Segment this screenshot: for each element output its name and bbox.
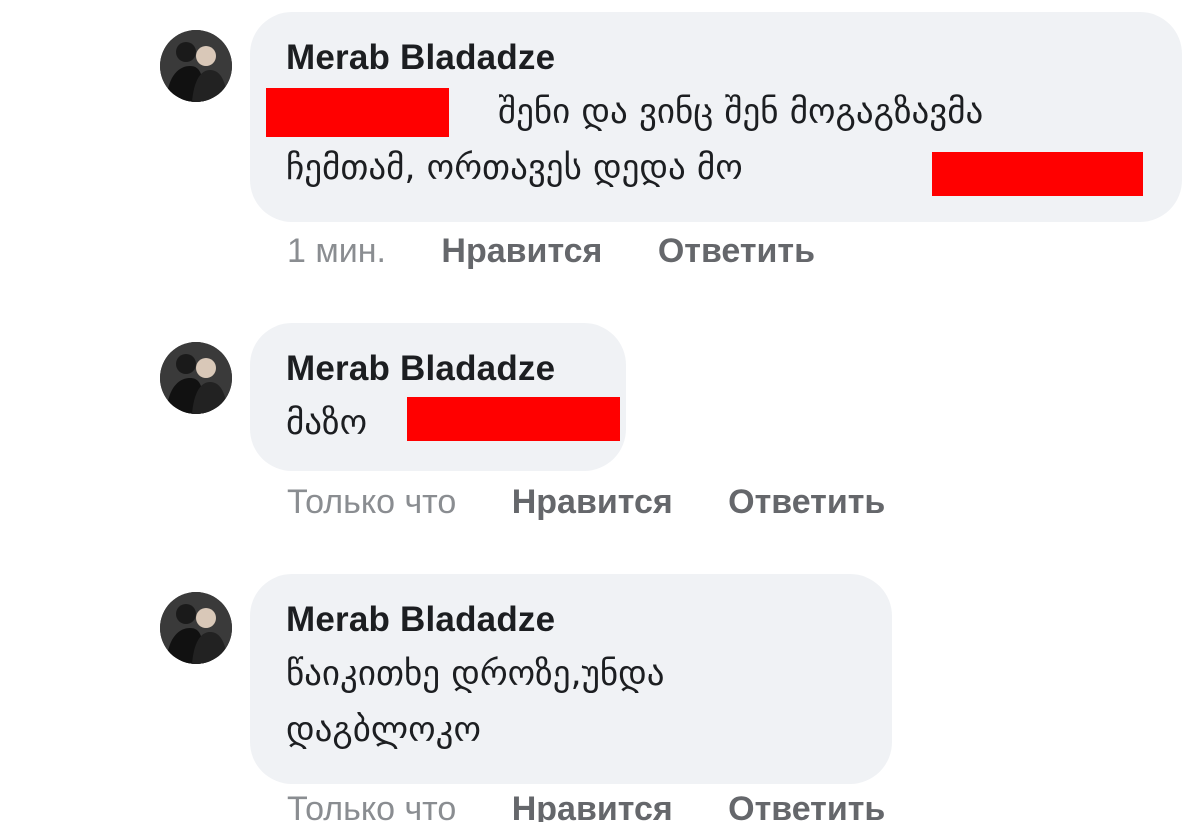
avatar[interactable] bbox=[160, 592, 232, 664]
comment-meta: Только что Нравится Ответить bbox=[287, 483, 885, 522]
comment-author[interactable]: Merab Bladadze bbox=[286, 38, 1146, 78]
comment-timestamp[interactable]: Только что bbox=[287, 790, 456, 822]
avatar-photo-icon bbox=[160, 592, 232, 664]
like-button[interactable]: Нравится bbox=[441, 232, 602, 271]
comment-text: წაიკითხე დროზე,უნდა დაგბლოკო bbox=[286, 646, 856, 758]
comment-timestamp[interactable]: Только что bbox=[287, 483, 456, 522]
like-button[interactable]: Нравится bbox=[512, 790, 673, 822]
avatar[interactable] bbox=[160, 30, 232, 102]
reply-button[interactable]: Ответить bbox=[658, 232, 815, 271]
redaction-box bbox=[407, 397, 620, 441]
redaction-box bbox=[266, 88, 449, 137]
comment-meta: 1 мин. Нравится Ответить bbox=[287, 232, 815, 271]
avatar[interactable] bbox=[160, 342, 232, 414]
comments-thread: Merab Bladadze შენი და ვინც შენ მოგაგზავ… bbox=[0, 0, 1200, 822]
redaction-box bbox=[932, 152, 1143, 196]
comment-timestamp[interactable]: 1 мин. bbox=[287, 232, 386, 271]
avatar-photo-icon bbox=[160, 342, 232, 414]
reply-button[interactable]: Ответить bbox=[728, 483, 885, 522]
comment-bubble: Merab Bladadze წაიკითხე დროზე,უნდა დაგბლ… bbox=[250, 574, 892, 784]
comment-author[interactable]: Merab Bladadze bbox=[286, 349, 590, 389]
avatar-photo-icon bbox=[160, 30, 232, 102]
comment-text-line: დაგბლოკო bbox=[286, 710, 481, 750]
comment-meta: Только что Нравится Ответить bbox=[287, 790, 885, 822]
like-button[interactable]: Нравится bbox=[512, 483, 673, 522]
comment-text-line: წაიკითხე დროზე,უნდა bbox=[286, 654, 665, 694]
comment-author[interactable]: Merab Bladadze bbox=[286, 600, 856, 640]
reply-button[interactable]: Ответить bbox=[728, 790, 885, 822]
